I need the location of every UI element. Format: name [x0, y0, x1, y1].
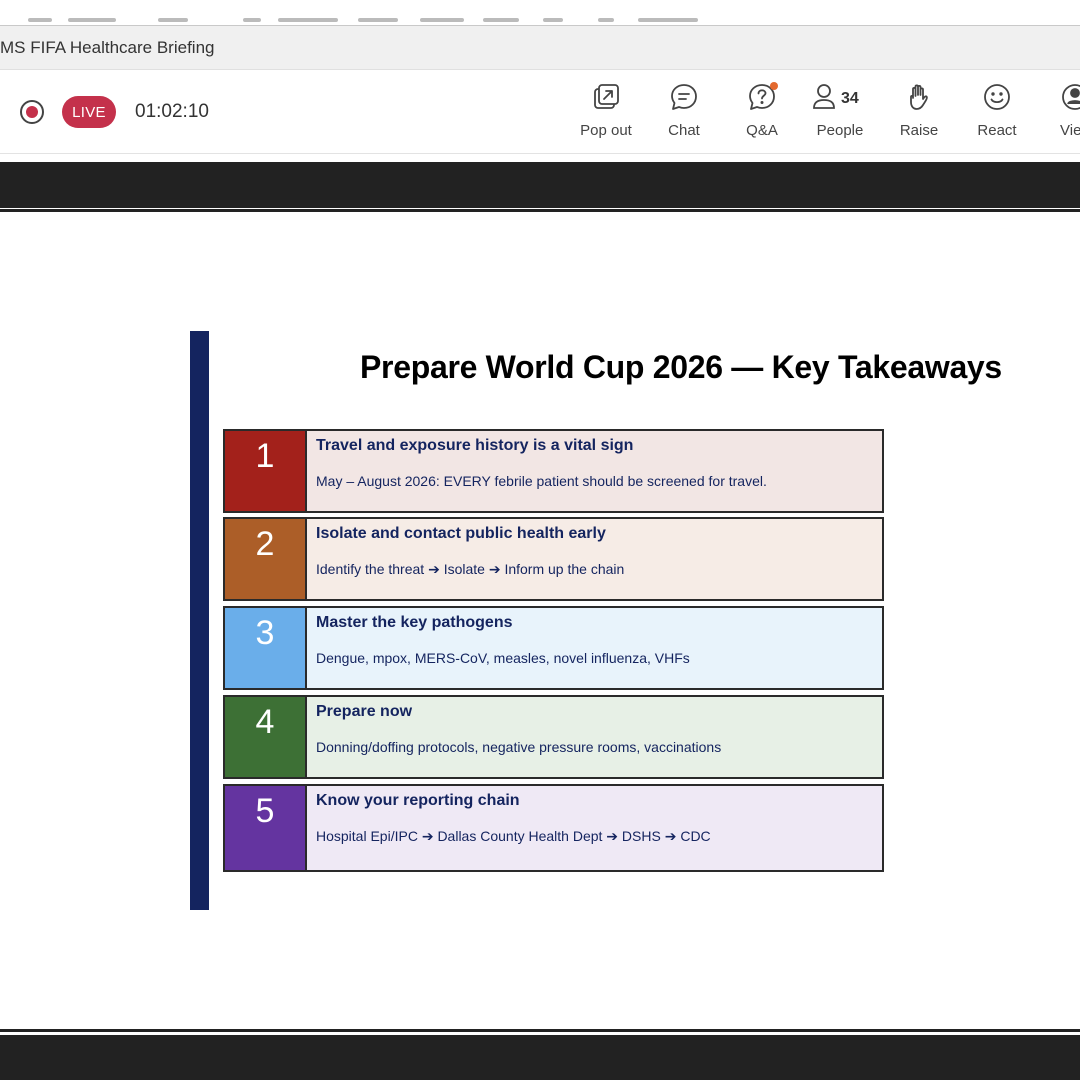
react-label: React — [977, 122, 1017, 139]
takeaway-body: Prepare now Donning/doffing protocols, n… — [307, 697, 882, 777]
shared-slide: Prepare World Cup 2026 — Key Takeaways 1… — [0, 215, 1080, 1030]
takeaway-heading: Know your reporting chain — [316, 792, 520, 809]
takeaway-number: 3 — [225, 608, 307, 688]
view-button[interactable]: Vie — [1036, 82, 1080, 144]
takeaway-4: 4 Prepare now Donning/doffing protocols,… — [223, 695, 884, 779]
takeaway-3: 3 Master the key pathogens Dengue, mpox,… — [223, 606, 884, 690]
takeaway-1: 1 Travel and exposure history is a vital… — [223, 429, 884, 513]
chat-icon — [667, 82, 701, 116]
chat-button[interactable]: Chat — [645, 82, 723, 144]
top-chrome-strip — [0, 0, 1080, 26]
react-button[interactable]: React — [958, 82, 1036, 144]
takeaway-2: 2 Isolate and contact public health earl… — [223, 517, 884, 601]
qa-button[interactable]: Q&A — [723, 82, 801, 144]
takeaway-5: 5 Know your reporting chain Hospital Epi… — [223, 784, 884, 872]
slide-title: Prepare World Cup 2026 — Key Takeaways — [360, 349, 1002, 385]
takeaway-body: Know your reporting chain Hospital Epi/I… — [307, 786, 882, 870]
takeaway-number: 5 — [225, 786, 307, 870]
takeaway-body: Travel and exposure history is a vital s… — [307, 431, 882, 511]
takeaway-heading: Travel and exposure history is a vital s… — [316, 437, 634, 454]
live-badge: LIVE — [62, 96, 116, 128]
people-count: 34 — [841, 90, 859, 107]
recording-icon — [20, 100, 44, 124]
takeaway-number: 1 — [225, 431, 307, 511]
people-icon: 34 — [811, 82, 869, 116]
view-label: Vie — [1060, 122, 1080, 139]
stage-top-divider — [0, 208, 1080, 212]
pop-out-icon — [589, 82, 623, 116]
takeaway-detail: May – August 2026: EVERY febrile patient… — [316, 473, 767, 489]
stage-bottom-bar — [0, 1035, 1080, 1080]
raise-hand-label: Raise — [899, 122, 939, 139]
people-label: People — [816, 122, 864, 139]
raise-hand-icon — [902, 82, 936, 116]
stage-top-bar — [0, 162, 1080, 208]
react-icon — [980, 82, 1014, 116]
takeaway-detail: Dengue, mpox, MERS-CoV, measles, novel i… — [316, 650, 690, 666]
qa-label: Q&A — [746, 122, 778, 139]
raise-hand-button[interactable]: Raise — [880, 82, 958, 144]
view-icon — [1060, 82, 1080, 116]
takeaway-detail: Hospital Epi/IPC ➔ Dallas County Health … — [316, 828, 711, 844]
takeaway-number: 4 — [225, 697, 307, 777]
takeaway-heading: Prepare now — [316, 703, 413, 720]
cutoff-tab-row — [28, 14, 728, 25]
qa-icon — [745, 82, 779, 116]
chat-label: Chat — [668, 122, 700, 139]
takeaway-detail: Identify the threat ➔ Isolate ➔ Inform u… — [316, 561, 625, 577]
takeaway-heading: Master the key pathogens — [316, 614, 513, 631]
takeaway-body: Master the key pathogens Dengue, mpox, M… — [307, 608, 882, 688]
slide-accent-bar — [190, 331, 209, 910]
meeting-toolbar: LIVE 01:02:10 Pop out Chat Q&A 34 People… — [0, 70, 1080, 154]
pop-out-button[interactable]: Pop out — [567, 82, 645, 144]
meeting-timer: 01:02:10 — [135, 101, 209, 122]
takeaway-body: Isolate and contact public health early … — [307, 519, 882, 599]
takeaway-number: 2 — [225, 519, 307, 599]
people-button[interactable]: 34 People — [801, 82, 879, 144]
window-title-bar: MS FIFA Healthcare Briefing — [0, 26, 1080, 70]
pop-out-label: Pop out — [580, 122, 632, 139]
takeaway-heading: Isolate and contact public health early — [316, 525, 606, 542]
takeaway-detail: Donning/doffing protocols, negative pres… — [316, 739, 722, 755]
stage-bottom-divider — [0, 1029, 1080, 1033]
qa-notification-dot — [770, 82, 778, 90]
window-title: MS FIFA Healthcare Briefing — [0, 38, 215, 57]
